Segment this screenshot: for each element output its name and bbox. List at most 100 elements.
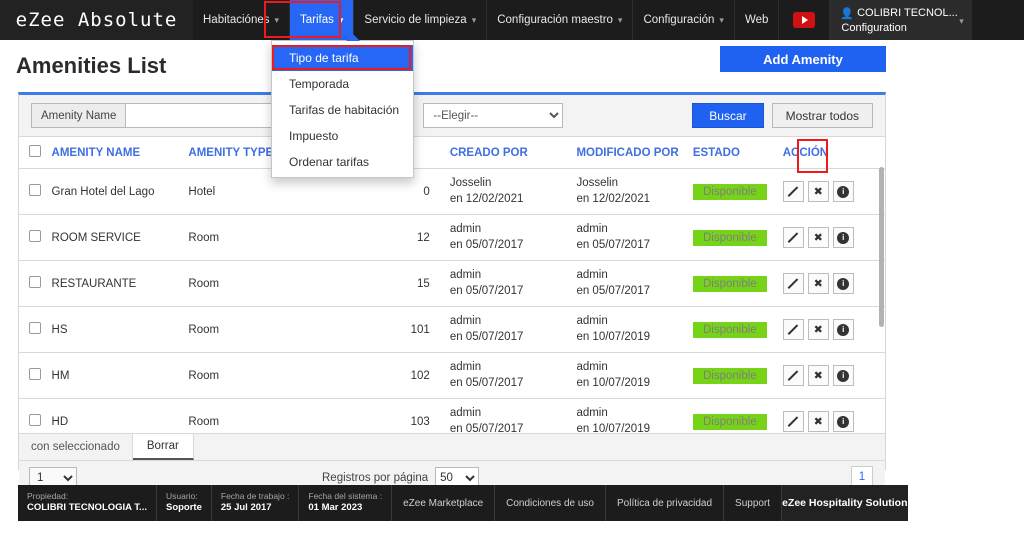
row-checkbox[interactable] <box>29 230 41 243</box>
modified-on-date: en 12/02/2021 <box>576 192 650 205</box>
cell-amenity-type: Room <box>182 306 322 354</box>
cell-modificado-por: admin en 05/07/2017 <box>570 260 687 308</box>
table-row[interactable]: ROOM SERVICE Room 12 admin en 05/07/2017 … <box>19 214 885 262</box>
info-circle-icon[interactable]: i <box>832 319 854 341</box>
page-header: Amenities List Add Amenity <box>0 40 1024 90</box>
delete-x-icon[interactable]: ✖ <box>807 181 829 203</box>
footer-link-support[interactable]: Support <box>724 485 783 521</box>
col-estado[interactable]: ESTADO <box>686 137 777 169</box>
modified-on-date: en 05/07/2017 <box>576 238 650 251</box>
col-creado-por[interactable]: CREADO POR <box>443 137 571 169</box>
row-checkbox[interactable] <box>29 414 41 427</box>
edit-pencil-icon[interactable] <box>782 319 804 341</box>
modified-by-name: Josselin <box>576 177 618 189</box>
user-name: COLIBRI TECNOL... <box>857 7 958 19</box>
modified-by-name: admin <box>576 361 608 374</box>
created-by-name: admin <box>449 361 482 374</box>
status-badge: Disponible <box>692 229 767 246</box>
edit-pencil-icon[interactable] <box>782 365 804 387</box>
row-checkbox[interactable] <box>29 276 41 289</box>
user-menu-name-row: 👤 COLIBRI TECNOL... <box>840 7 957 20</box>
cell-accion: ✖ i <box>776 352 885 400</box>
app-root: eZee Absolute Habitaciónes ▾ Tarifas ▾ S… <box>0 0 1024 533</box>
cell-modificado-por: admin en 10/07/2019 <box>570 306 687 354</box>
modified-by-name: admin <box>576 269 608 282</box>
select-all-checkbox[interactable] <box>29 145 41 157</box>
created-on-date: en 05/07/2017 <box>449 284 524 297</box>
footer-link-marketplace[interactable]: eZee Marketplace <box>392 485 496 521</box>
nav-item-configuracion-maestro[interactable]: Configuración maestro ▾ <box>487 0 634 40</box>
row-checkbox[interactable] <box>29 368 41 381</box>
edit-pencil-icon[interactable] <box>782 273 804 295</box>
delete-x-icon[interactable]: ✖ <box>807 365 829 387</box>
col-amenity-name[interactable]: AMENITY NAME <box>45 137 183 169</box>
status-badge: Disponible <box>692 321 767 338</box>
footer-link-terms[interactable]: Condiciones de uso <box>495 485 606 521</box>
dropdown-arrow-icon <box>346 34 360 41</box>
amenities-panel: Amenity Name --Elegir-- Buscar Mostrar t… <box>18 92 886 494</box>
info-circle-icon[interactable]: i <box>832 273 854 295</box>
info-circle-icon[interactable]: i <box>832 227 854 249</box>
nav-item-web[interactable]: Web <box>735 0 780 40</box>
edit-pencil-icon[interactable] <box>782 181 804 203</box>
nav-label: Configuración <box>643 14 715 26</box>
menu-item-tarifas-de-habitacion[interactable]: Tarifas de habitación <box>272 97 413 123</box>
menu-item-tipo-de-tarifa[interactable]: Tipo de tarifa <box>272 45 413 71</box>
footer-property-label: Propiedad: <box>27 491 69 502</box>
nav-item-configuracion[interactable]: Configuración ▾ <box>633 0 735 40</box>
scrollbar-thumb[interactable] <box>879 167 884 327</box>
delete-x-icon[interactable]: ✖ <box>807 227 829 249</box>
show-all-button[interactable]: Mostrar todos <box>771 103 873 128</box>
footer-link-privacy[interactable]: Política de privacidad <box>606 485 725 521</box>
created-by-name: admin <box>449 315 482 328</box>
table-row[interactable]: Gran Hotel del Lago Hotel 0 Josselin en 1… <box>19 168 885 216</box>
table-row[interactable]: HS Room 101 admin en 05/07/2017 admin en 1… <box>19 306 885 354</box>
add-amenity-button[interactable]: Add Amenity <box>720 46 886 72</box>
chevron-down-icon: ▾ <box>617 14 623 25</box>
app-brand[interactable]: eZee Absolute <box>0 0 193 40</box>
delete-x-icon[interactable]: ✖ <box>807 273 829 295</box>
nav-item-habitaciones[interactable]: Habitaciónes ▾ <box>193 0 291 40</box>
edit-pencil-icon[interactable] <box>782 411 804 433</box>
table-row[interactable]: HM Room 102 admin en 05/07/2017 admin en 1… <box>19 352 885 400</box>
table-scrollbar[interactable] <box>879 167 884 433</box>
bulk-delete-button[interactable]: Borrar <box>132 434 194 460</box>
chevron-down-icon: ▾ <box>471 14 477 25</box>
cell-modificado-por: admin en 05/07/2017 <box>570 214 687 262</box>
menu-item-ordenar-tarifas[interactable]: Ordenar tarifas <box>272 149 413 175</box>
col-modificado-por[interactable]: MODIFICADO POR <box>570 137 687 169</box>
page-title: Amenities List <box>16 53 167 78</box>
nav-item-servicio-de-limpieza[interactable]: Servicio de limpieza ▾ <box>354 0 488 40</box>
nav-item-tarifas[interactable]: Tarifas ▾ <box>290 0 355 40</box>
delete-x-icon[interactable]: ✖ <box>807 411 829 433</box>
table-header-row: AMENITY NAME AMENITY TYPE SORT KEY CREAD… <box>19 137 885 169</box>
modified-on-date: en 05/07/2017 <box>576 284 650 297</box>
search-button[interactable]: Buscar <box>692 103 764 128</box>
cell-sort-key: 15 <box>321 260 444 308</box>
info-circle-icon[interactable]: i <box>832 411 854 433</box>
row-checkbox[interactable] <box>29 322 41 335</box>
info-circle-icon[interactable]: i <box>832 181 854 203</box>
chevron-down-icon: ▾ <box>959 16 964 26</box>
cell-sort-key: 101 <box>321 306 444 354</box>
table-row[interactable]: RESTAURANTE Room 15 admin en 05/07/2017 a… <box>19 260 885 308</box>
table-row[interactable]: HD Room 103 admin en 05/07/2017 admin en 1… <box>19 398 885 433</box>
created-by-name: Josselin <box>449 177 492 189</box>
cell-amenity-name: HD <box>45 398 183 433</box>
created-on-date: en 05/07/2017 <box>449 422 524 433</box>
created-on-date: en 12/02/2021 <box>449 192 524 205</box>
cell-amenity-name: HS <box>45 306 183 354</box>
youtube-link[interactable] <box>779 0 831 40</box>
chevron-down-icon: ▾ <box>719 14 724 25</box>
row-checkbox[interactable] <box>29 184 41 197</box>
col-accion: ACCIÓN <box>776 137 885 169</box>
menu-item-temporada[interactable]: Temporada <box>272 71 413 97</box>
delete-x-icon[interactable]: ✖ <box>807 319 829 341</box>
amenity-type-select[interactable]: --Elegir-- <box>423 103 564 128</box>
edit-pencil-icon[interactable] <box>782 227 804 249</box>
user-menu[interactable]: 👤 COLIBRI TECNOL... Configuration ▾ <box>830 0 972 40</box>
nav-label: Web <box>744 14 769 26</box>
footer-user: Usuario: Soporte <box>157 485 212 521</box>
info-circle-icon[interactable]: i <box>832 365 854 387</box>
menu-item-impuesto[interactable]: Impuesto <box>272 123 413 149</box>
